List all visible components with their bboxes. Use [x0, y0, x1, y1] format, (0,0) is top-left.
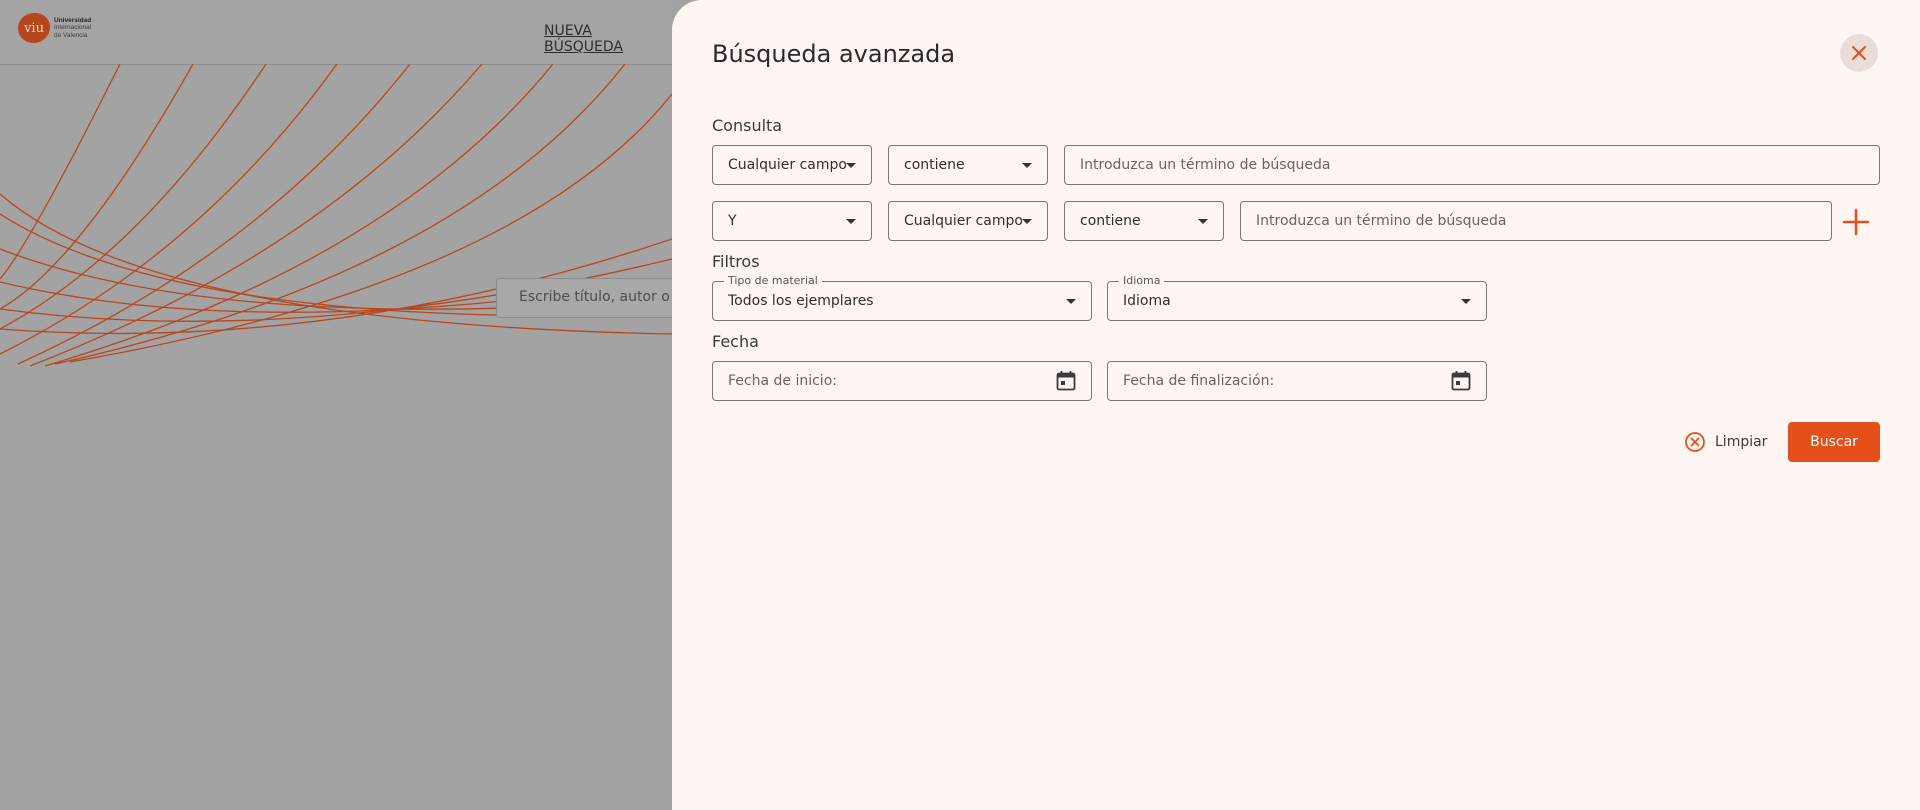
background-decorative-curves — [0, 64, 672, 367]
query-row2-condition-select[interactable]: contiene — [1064, 201, 1224, 241]
logo-mark: viu — [18, 13, 50, 43]
advanced-search-drawer: Búsqueda avanzada Consulta Cualquier cam… — [672, 0, 1920, 810]
date-section-label: Fecha — [712, 332, 759, 351]
plus-icon — [1842, 208, 1870, 236]
logo-line-1: Universidad — [54, 16, 92, 24]
select-value: contiene — [904, 157, 965, 173]
select-value: Y — [728, 213, 737, 229]
calendar-icon[interactable] — [1451, 370, 1471, 392]
query-row1-field-select[interactable]: Cualquier campo — [712, 145, 872, 185]
select-value: Todos los ejemplares — [728, 293, 874, 309]
clear-button[interactable]: Limpiar — [1684, 428, 1767, 456]
caret-down-icon — [846, 218, 856, 224]
background-search-input[interactable]: Escribe título, autor o t — [496, 278, 696, 318]
caret-down-icon — [1198, 218, 1208, 224]
query-row2-term-input[interactable]: Introduzca un término de búsqueda — [1240, 201, 1832, 241]
input-placeholder: Fecha de inicio: — [728, 373, 837, 389]
select-value: Idioma — [1123, 293, 1171, 309]
close-button[interactable] — [1840, 34, 1878, 72]
select-value: Cualquier campo — [904, 213, 1022, 229]
drawer-title: Búsqueda avanzada — [712, 40, 956, 68]
query-row1-term-input[interactable]: Introduzca un término de búsqueda — [1064, 145, 1880, 185]
add-query-row-button[interactable] — [1842, 208, 1870, 236]
clear-button-label: Limpiar — [1715, 434, 1768, 450]
logo-line-3: de Valencia — [54, 31, 88, 39]
caret-down-icon — [1461, 298, 1471, 304]
caret-down-icon — [1022, 218, 1032, 224]
input-placeholder: Introduzca un término de búsqueda — [1080, 157, 1331, 173]
caret-down-icon — [1022, 162, 1032, 168]
nav-new-search-link[interactable]: NUEVA BÚSQUEDA — [544, 23, 672, 55]
logo-line-2: Internacional — [54, 24, 92, 32]
input-placeholder: Fecha de finalización: — [1123, 373, 1275, 389]
query-row2-field-select[interactable]: Cualquier campo — [888, 201, 1048, 241]
material-type-select[interactable]: Tipo de material Todos los ejemplares — [712, 274, 1092, 321]
search-button[interactable]: Buscar — [1788, 422, 1880, 462]
query-row2-operator-select[interactable]: Y — [712, 201, 872, 241]
calendar-icon[interactable] — [1056, 370, 1076, 392]
filters-section-label: Filtros — [712, 252, 760, 271]
caret-down-icon — [846, 162, 856, 168]
input-placeholder: Introduzca un término de búsqueda — [1256, 213, 1507, 229]
select-value: contiene — [1080, 213, 1141, 229]
university-logo[interactable]: viu Universidad Internacional de Valenci… — [18, 13, 91, 43]
material-type-label: Tipo de material — [724, 274, 822, 288]
logo-text: Universidad Internacional de Valencia — [54, 17, 91, 40]
clear-circle-x-icon — [1685, 432, 1705, 452]
end-date-input[interactable]: Fecha de finalización: — [1107, 361, 1487, 401]
start-date-input[interactable]: Fecha de inicio: — [712, 361, 1092, 401]
language-select[interactable]: Idioma Idioma — [1107, 274, 1487, 321]
query-section-label: Consulta — [712, 116, 783, 135]
language-label: Idioma — [1119, 274, 1165, 288]
query-row1-condition-select[interactable]: contiene — [888, 145, 1048, 185]
select-value: Cualquier campo — [728, 157, 846, 173]
background-header: viu Universidad Internacional de Valenci… — [0, 0, 672, 65]
caret-down-icon — [1066, 298, 1076, 304]
close-icon — [1852, 46, 1866, 60]
